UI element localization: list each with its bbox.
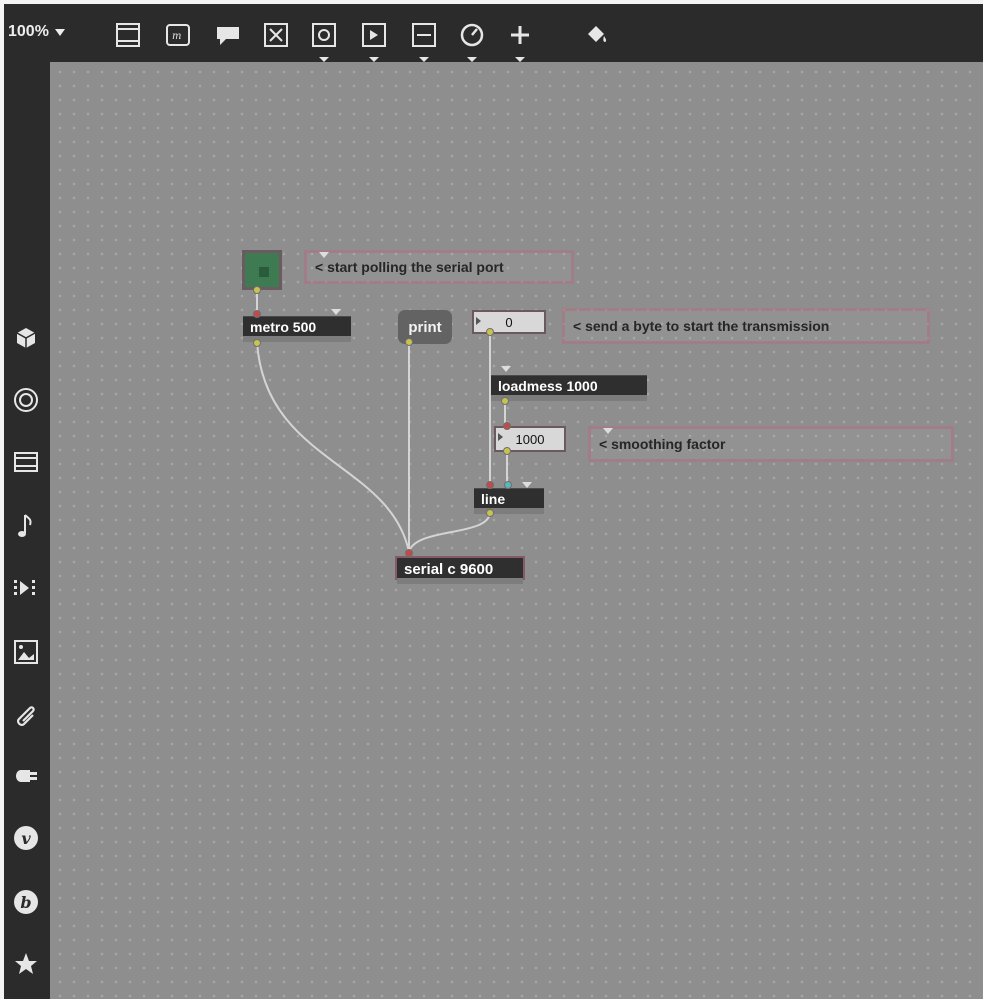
- add-icon[interactable]: [506, 21, 534, 62]
- toggle-icon[interactable]: [262, 21, 290, 49]
- sequencer-icon[interactable]: [8, 570, 44, 606]
- object-loadmess[interactable]: loadmess 1000: [491, 366, 647, 401]
- paperclip-icon[interactable]: [8, 696, 44, 732]
- star-icon[interactable]: [8, 946, 44, 982]
- comment-text: < send a byte to start the transmission: [573, 318, 830, 334]
- slider-icon[interactable]: [410, 21, 438, 62]
- serial-inlet[interactable]: [405, 549, 413, 557]
- object-line[interactable]: line: [474, 482, 544, 514]
- number-box-value: 0: [505, 314, 513, 330]
- comment-start-polling[interactable]: < start polling the serial port: [304, 250, 574, 284]
- b-icon[interactable]: b: [8, 884, 44, 920]
- message-icon[interactable]: m: [164, 21, 192, 49]
- bang-icon[interactable]: [310, 21, 338, 62]
- metro-outlet[interactable]: [253, 339, 261, 347]
- comment-send-byte[interactable]: < send a byte to start the transmission: [562, 308, 930, 344]
- number-icon[interactable]: [360, 21, 388, 62]
- package-icon[interactable]: [8, 320, 44, 356]
- comment-text: < smoothing factor: [599, 436, 726, 452]
- zoom-level: 100%: [8, 23, 49, 40]
- sidebar: v b: [4, 62, 50, 999]
- v-icon[interactable]: v: [8, 820, 44, 856]
- print-label: print: [408, 318, 442, 336]
- object-label: line: [481, 491, 506, 507]
- cord-metro-serial: [256, 341, 410, 553]
- image-icon[interactable]: [8, 634, 44, 670]
- max-patcher-window: 100% m v b < start polling the serial po…: [4, 4, 983, 999]
- svg-text:v: v: [21, 829, 31, 848]
- new-object-icon[interactable]: [114, 21, 142, 49]
- object-metro[interactable]: metro 500: [243, 309, 351, 342]
- comment-icon[interactable]: [214, 21, 242, 49]
- comment-marker: [603, 428, 613, 434]
- number-box-value: 1000: [515, 431, 545, 447]
- toolbar: 100% m: [4, 4, 983, 62]
- line-outlet[interactable]: [486, 509, 494, 517]
- object-underline: [491, 395, 647, 401]
- dial-icon[interactable]: [458, 21, 486, 62]
- cord-line-serial: [408, 511, 491, 553]
- number-box-marker: [476, 317, 481, 325]
- video-icon[interactable]: [8, 444, 44, 480]
- comment-smoothing[interactable]: < smoothing factor: [588, 426, 954, 462]
- metro-inlet[interactable]: [253, 310, 261, 318]
- number-box-smoothing-outlet[interactable]: [503, 447, 511, 455]
- object-underline: [397, 578, 523, 584]
- print-inlet[interactable]: [405, 338, 413, 346]
- inlet-marker: [522, 482, 532, 488]
- number-box-marker: [498, 433, 503, 441]
- object-label: loadmess 1000: [498, 378, 598, 394]
- comment-text: < start polling the serial port: [315, 259, 504, 275]
- object-label: serial c 9600: [404, 561, 494, 578]
- number-box-smoothing-inlet[interactable]: [503, 422, 511, 430]
- line-inlet-right[interactable]: [504, 481, 512, 489]
- paint-bucket-icon[interactable]: [582, 21, 610, 49]
- plug-icon[interactable]: [8, 758, 44, 794]
- zoom-menu[interactable]: 100%: [8, 23, 65, 41]
- number-box-zero[interactable]: 0: [472, 310, 546, 334]
- svg-text:m: m: [172, 31, 181, 42]
- line-inlet-left[interactable]: [486, 481, 494, 489]
- target-icon[interactable]: [8, 382, 44, 418]
- comment-marker: [319, 252, 329, 258]
- toggle-outlet[interactable]: [253, 286, 261, 294]
- chevron-down-icon: [54, 28, 65, 36]
- music-note-icon[interactable]: [8, 508, 44, 544]
- object-label: metro 500: [250, 319, 317, 335]
- object-underline: [474, 508, 544, 514]
- inlet-marker: [501, 366, 511, 372]
- object-serial[interactable]: serial c 9600: [395, 556, 525, 584]
- inlet-marker: [331, 309, 341, 315]
- number-box-zero-outlet[interactable]: [486, 328, 494, 336]
- loadmess-outlet[interactable]: [501, 397, 509, 405]
- patch-canvas[interactable]: < start polling the serial port metro 50…: [50, 62, 983, 999]
- toggle-mark: [259, 267, 269, 277]
- patch-cords: [256, 290, 508, 553]
- toggle[interactable]: [242, 250, 282, 290]
- svg-text:b: b: [20, 893, 31, 912]
